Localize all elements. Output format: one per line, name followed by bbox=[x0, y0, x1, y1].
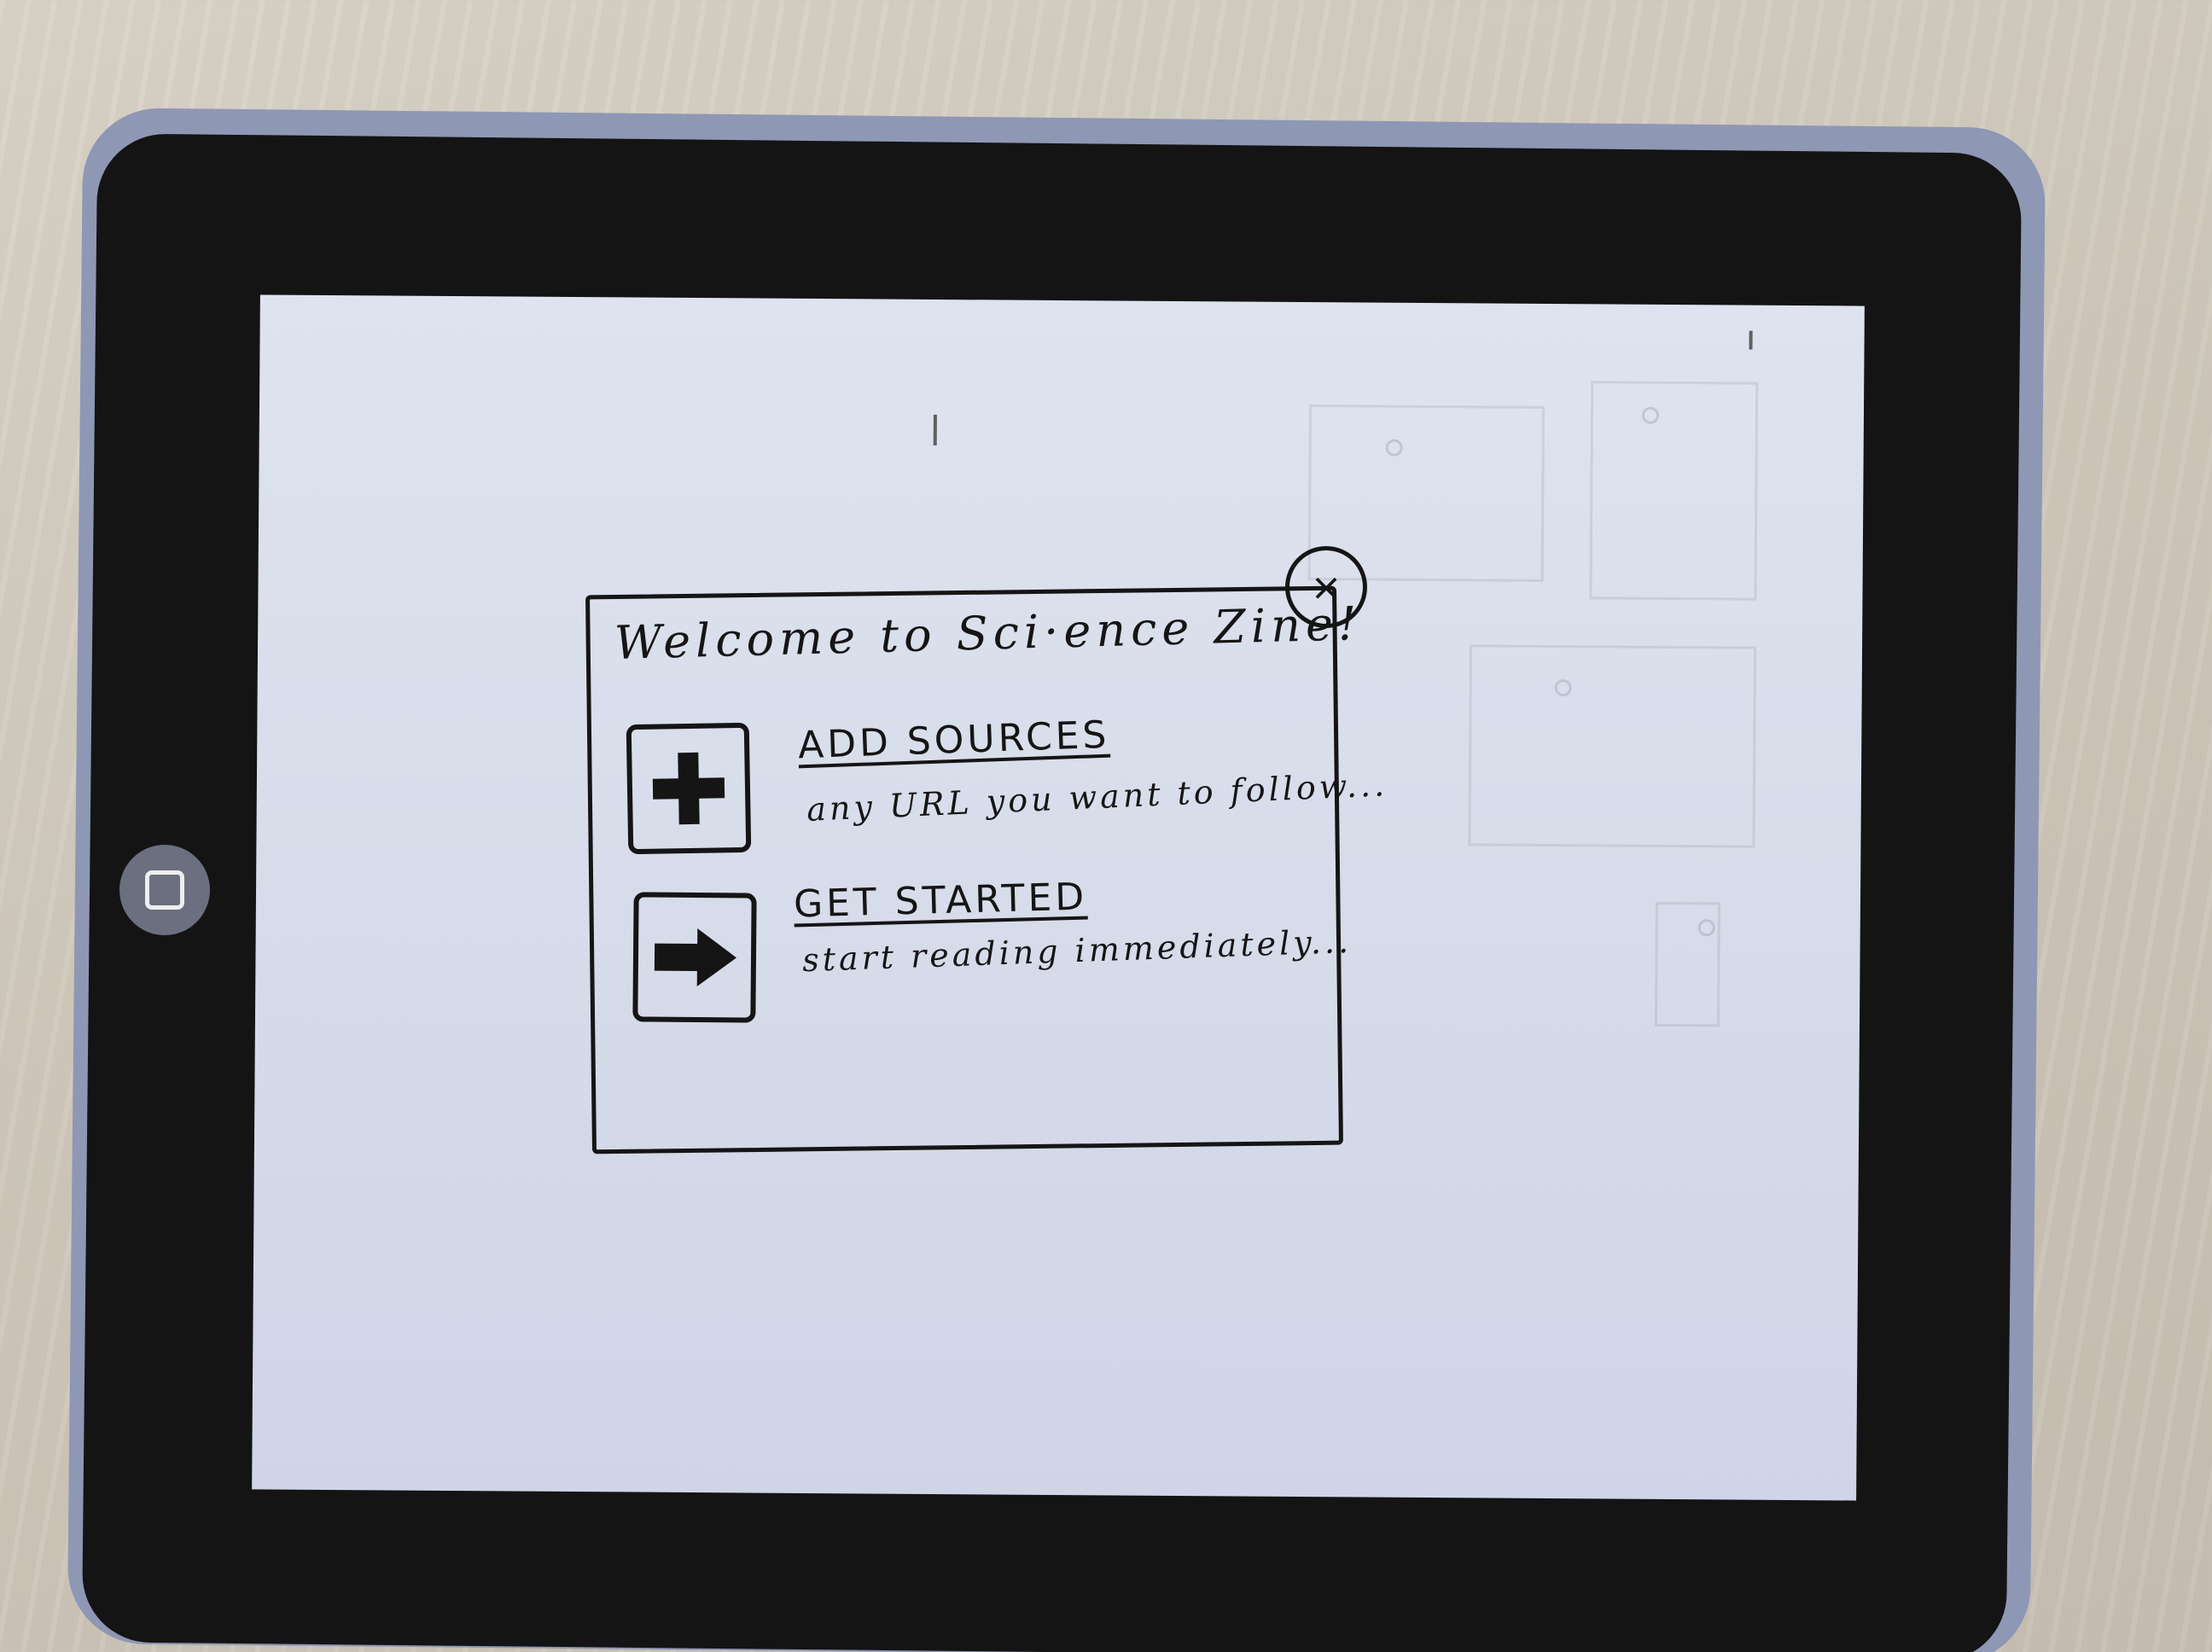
background-sketch-dot bbox=[1385, 439, 1403, 457]
add-sources-button[interactable] bbox=[626, 722, 752, 855]
welcome-dialog bbox=[585, 585, 1343, 1155]
home-square-icon bbox=[145, 870, 184, 910]
home-button[interactable] bbox=[119, 845, 210, 935]
background-sketch-card bbox=[1468, 644, 1757, 848]
get-started-label[interactable]: GET STARTED bbox=[793, 875, 1087, 927]
pencil-tick-mark bbox=[933, 414, 937, 445]
plus-icon bbox=[652, 752, 725, 825]
get-started-button[interactable] bbox=[632, 892, 757, 1023]
pencil-tick-mark bbox=[1749, 330, 1753, 350]
arrow-right-icon bbox=[654, 928, 736, 987]
background-sketch-dot bbox=[1697, 919, 1715, 937]
background-sketch-card bbox=[1589, 381, 1759, 601]
background-sketch-dot bbox=[1554, 679, 1572, 697]
background-sketch-dot bbox=[1641, 406, 1660, 424]
